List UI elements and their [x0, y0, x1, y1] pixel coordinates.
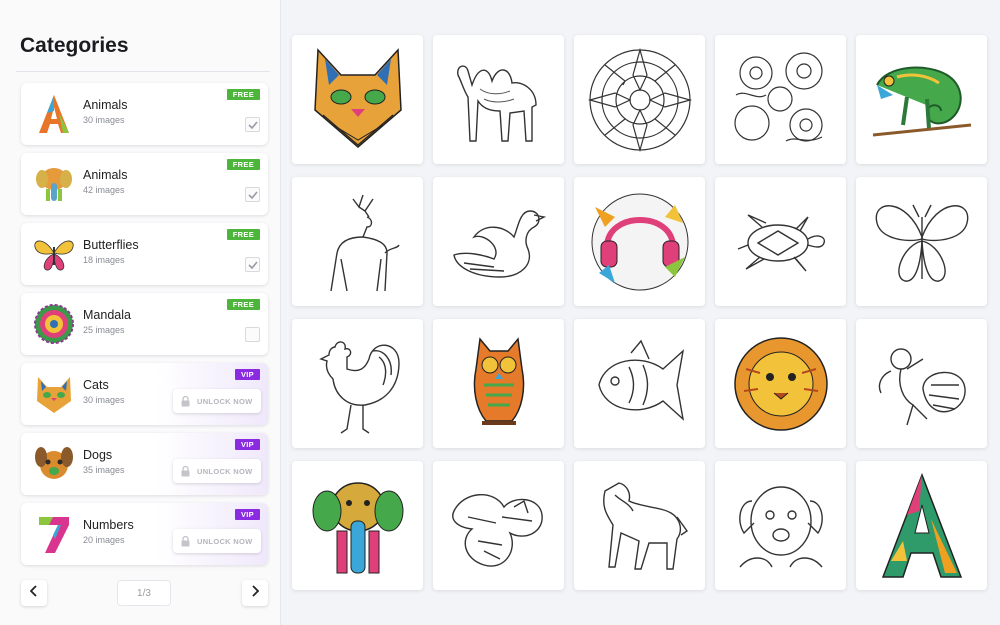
free-badge: FREE [226, 229, 260, 240]
category-count: 18 images [83, 255, 125, 265]
category-card-animals-elephant[interactable]: Animals 42 images FREE [21, 153, 268, 215]
next-page-button[interactable] [242, 580, 268, 606]
number-7-icon [31, 511, 77, 557]
owl-colored-icon[interactable] [433, 319, 564, 448]
category-count: 30 images [83, 395, 125, 405]
category-card-cats[interactable]: Cats 30 images VIP UNLOCK NOW [21, 363, 268, 425]
lock-icon [180, 395, 190, 407]
letter-a-colored-icon[interactable] [856, 461, 987, 590]
category-card-butterflies[interactable]: Butterflies 18 images FREE [21, 223, 268, 285]
category-name: Cats [83, 378, 109, 392]
elephant-colored-icon[interactable] [292, 461, 423, 590]
category-name: Dogs [83, 448, 113, 462]
deer-icon[interactable] [292, 177, 423, 306]
free-badge: FREE [226, 159, 260, 170]
category-card-numbers[interactable]: Numbers 20 images VIP UNLOCK NOW [21, 503, 268, 565]
checkbox[interactable] [245, 117, 260, 132]
elephant-icon [31, 161, 77, 207]
category-name: Animals [83, 98, 128, 112]
dog-icon [31, 441, 77, 487]
vip-badge: VIP [235, 509, 260, 520]
butterfly-icon [31, 231, 77, 277]
unlock-label: UNLOCK NOW [197, 536, 253, 546]
mandala-icon [31, 301, 77, 347]
cupid-icon[interactable] [856, 319, 987, 448]
category-card-mandala[interactable]: Mandala 25 images FREE [21, 293, 268, 355]
category-name: Mandala [83, 308, 131, 322]
category-count: 20 images [83, 535, 125, 545]
pattern-shapes-icon[interactable] [433, 461, 564, 590]
turtle-icon[interactable] [715, 177, 846, 306]
divider [16, 71, 270, 72]
cat-icon [31, 371, 77, 417]
lock-icon [180, 465, 190, 477]
chameleon-colored-icon[interactable] [856, 35, 987, 164]
unlock-label: UNLOCK NOW [197, 396, 253, 406]
prev-page-button[interactable] [21, 580, 47, 606]
unlock-now-button[interactable]: UNLOCK NOW [173, 389, 261, 413]
unlock-label: UNLOCK NOW [197, 466, 253, 476]
lock-icon [180, 535, 190, 547]
dog-face-icon[interactable] [715, 461, 846, 590]
unlock-now-button[interactable]: UNLOCK NOW [173, 529, 261, 553]
horse-icon[interactable] [574, 461, 705, 590]
free-badge: FREE [226, 89, 260, 100]
headphones-colored-icon[interactable] [574, 177, 705, 306]
vip-badge: VIP [235, 439, 260, 450]
category-card-animals-a[interactable]: Animals 30 images FREE [21, 83, 268, 145]
unlock-now-button[interactable]: UNLOCK NOW [173, 459, 261, 483]
category-count: 42 images [83, 185, 125, 195]
page-indicator: 1/3 [117, 580, 171, 606]
category-card-dogs[interactable]: Dogs 35 images VIP UNLOCK NOW [21, 433, 268, 495]
free-badge: FREE [226, 299, 260, 310]
letter-a-icon [31, 91, 77, 137]
chevron-right-icon [251, 584, 260, 602]
category-count: 30 images [83, 115, 125, 125]
fish-icon[interactable] [574, 319, 705, 448]
camel-icon[interactable] [433, 35, 564, 164]
category-count: 25 images [83, 325, 125, 335]
checkbox[interactable] [245, 257, 260, 272]
checkbox[interactable] [245, 327, 260, 342]
lion-colored-icon[interactable] [715, 319, 846, 448]
swan-icon[interactable] [433, 177, 564, 306]
category-count: 35 images [83, 465, 125, 475]
floral-pattern-icon[interactable] [715, 35, 846, 164]
sidebar: Categories Animals 30 images FREE Animal… [0, 0, 281, 625]
cat-face-colored-icon[interactable] [292, 35, 423, 164]
category-name: Animals [83, 168, 128, 182]
category-name: Numbers [83, 518, 134, 532]
checkbox[interactable] [245, 187, 260, 202]
chevron-left-icon [29, 584, 38, 602]
category-name: Butterflies [83, 238, 139, 252]
rooster-icon[interactable] [292, 319, 423, 448]
flower-mandala-icon[interactable] [574, 35, 705, 164]
vip-badge: VIP [235, 369, 260, 380]
butterfly-icon[interactable] [856, 177, 987, 306]
sidebar-title: Categories [20, 34, 129, 57]
